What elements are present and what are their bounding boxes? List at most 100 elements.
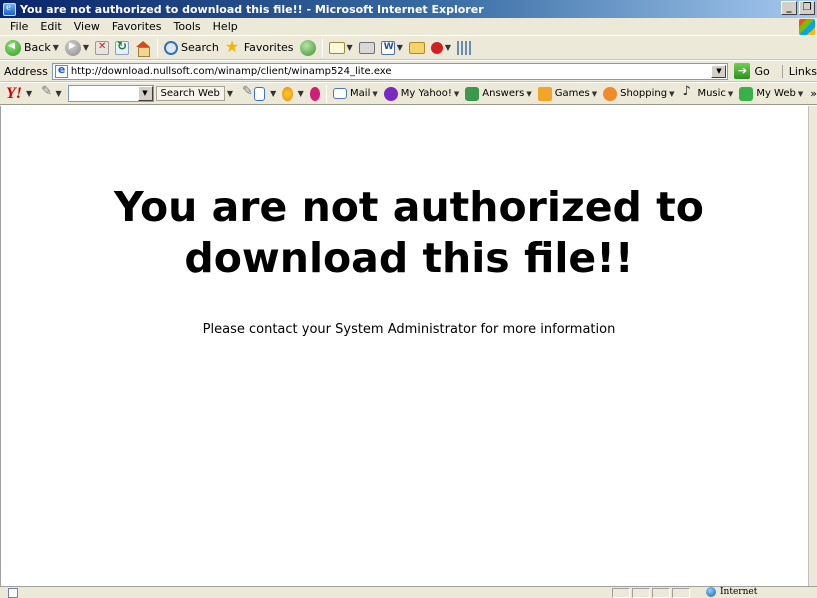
stop-icon [95, 40, 110, 55]
window-left-edge [0, 106, 10, 586]
search-web-dropdown-icon[interactable]: ▼ [227, 89, 233, 98]
search-button[interactable]: Search [161, 38, 222, 58]
messenger-button[interactable]: ▼ [428, 38, 454, 58]
anti-spy-icon[interactable] [309, 86, 321, 101]
yahoo-mail-label: Mail [350, 88, 371, 99]
internet-explorer-icon[interactable] [3, 1, 16, 16]
popup-blocker-icon[interactable] [254, 86, 266, 101]
security-zone[interactable]: Internet [706, 587, 757, 597]
back-arrow-icon [5, 39, 21, 56]
menu-file[interactable]: File [4, 20, 34, 33]
page-icon [54, 64, 68, 78]
print-button[interactable] [356, 38, 378, 58]
shopping-button[interactable]: Shopping ▼ [600, 86, 677, 101]
my-yahoo-button[interactable]: My Yahoo! ▼ [381, 86, 463, 101]
forward-button[interactable]: ▼ [62, 38, 92, 58]
go-label: Go [754, 64, 770, 78]
window-controls: _ ❐ [781, 1, 815, 15]
refresh-button[interactable] [112, 38, 132, 58]
my-web-button[interactable]: My Web ▼ [736, 86, 806, 101]
mail-icon [328, 41, 345, 54]
popup-dropdown-icon[interactable]: ▼ [270, 89, 276, 98]
status-panes [612, 588, 690, 598]
toolbar-separator [157, 38, 159, 57]
my-yahoo-dropdown-icon[interactable]: ▼ [454, 90, 459, 98]
address-bar: Address http://download.nullsoft.com/win… [0, 61, 817, 82]
yahoo-mail-button[interactable]: Mail ▼ [330, 88, 381, 99]
title-bar: You are not authorized to download this … [0, 0, 817, 18]
status-pane [612, 588, 630, 598]
toolbar-separator [321, 38, 323, 57]
answers-button[interactable]: Answers ▼ [462, 86, 534, 101]
go-button[interactable]: ➔ Go [734, 63, 770, 79]
search-icon [164, 40, 179, 55]
music-button[interactable]: Music ▼ [677, 84, 736, 101]
music-label: Music [697, 88, 726, 99]
shield-dropdown-icon[interactable]: ▼ [298, 89, 304, 98]
minimize-button[interactable]: _ [781, 1, 797, 15]
pencil-dropdown-icon[interactable]: ▼ [55, 89, 61, 98]
menu-favorites[interactable]: Favorites [106, 20, 168, 33]
yahoo-menu-dropdown-icon[interactable]: ▼ [26, 89, 32, 98]
favorites-button[interactable]: Favorites [222, 37, 297, 58]
media-button[interactable] [297, 38, 319, 58]
games-button[interactable]: Games ▼ [535, 86, 600, 101]
toolbar-overflow-icon[interactable]: » [810, 87, 817, 100]
forward-arrow-icon [64, 39, 81, 56]
edit-dropdown-icon[interactable]: ▼ [397, 43, 403, 52]
menu-edit[interactable]: Edit [34, 20, 67, 33]
info-message: Please contact your System Administrator… [202, 322, 616, 337]
windows-logo-icon [799, 19, 815, 35]
address-label: Address [4, 64, 48, 78]
answers-icon [465, 86, 480, 101]
security-zone-label: Internet [720, 587, 758, 597]
my-yahoo-icon [383, 86, 398, 101]
music-icon [680, 84, 694, 101]
page-content: You are not authorized to download this … [10, 106, 808, 586]
games-dropdown-icon[interactable]: ▼ [592, 90, 597, 98]
address-input[interactable]: http://download.nullsoft.com/winamp/clie… [51, 62, 729, 80]
answers-dropdown-icon[interactable]: ▼ [526, 90, 531, 98]
address-url[interactable]: http://download.nullsoft.com/winamp/clie… [71, 66, 392, 77]
research-icon [457, 40, 473, 55]
vertical-scrollbar[interactable] [808, 106, 817, 586]
games-label: Games [554, 88, 590, 99]
go-arrow-icon: ➔ [734, 63, 751, 79]
search-web-button[interactable]: Search Web [155, 86, 225, 101]
shopping-icon [603, 86, 618, 101]
back-dropdown-icon[interactable]: ▼ [53, 43, 59, 52]
links-button[interactable]: Links [781, 64, 817, 78]
pencil-icon[interactable] [40, 84, 52, 101]
address-dropdown-icon[interactable]: ▼ [711, 64, 727, 78]
yahoo-toolbar: Y! ▼ ▼ ▼ Search Web ▼ ▼ ▼ Mail ▼ My Yaho… [0, 83, 817, 105]
my-yahoo-label: My Yahoo! [400, 88, 452, 99]
highlight-icon[interactable] [241, 84, 253, 101]
mail-dropdown-icon[interactable]: ▼ [372, 90, 377, 98]
my-web-icon [739, 86, 754, 101]
shield-icon[interactable] [282, 86, 293, 101]
music-dropdown-icon[interactable]: ▼ [728, 90, 733, 98]
folder-icon [408, 41, 425, 54]
messenger-dropdown-icon[interactable]: ▼ [445, 43, 451, 52]
stop-button[interactable] [92, 38, 112, 58]
back-button[interactable]: Back ▼ [2, 38, 62, 58]
yahoo-search-dropdown-icon[interactable]: ▼ [137, 86, 153, 101]
menu-view[interactable]: View [68, 20, 106, 33]
maximize-button[interactable]: ❐ [799, 1, 815, 15]
research-button[interactable] [454, 38, 476, 58]
mail-dropdown-icon[interactable]: ▼ [347, 43, 353, 52]
yahoo-search-input[interactable]: ▼ [67, 85, 154, 102]
edit-word-button[interactable]: ▼ [378, 38, 406, 58]
forward-dropdown-icon[interactable]: ▼ [83, 43, 89, 52]
my-web-dropdown-icon[interactable]: ▼ [798, 90, 803, 98]
yahoo-logo-icon[interactable]: Y! [6, 85, 22, 103]
home-button[interactable] [132, 38, 154, 58]
folder-button[interactable] [406, 38, 428, 58]
menu-help[interactable]: Help [207, 20, 244, 33]
answers-label: Answers [482, 88, 525, 99]
word-icon [380, 40, 395, 55]
shopping-dropdown-icon[interactable]: ▼ [669, 90, 674, 98]
mail-button[interactable]: ▼ [326, 38, 356, 58]
home-icon [135, 40, 151, 57]
menu-tools[interactable]: Tools [168, 20, 207, 33]
